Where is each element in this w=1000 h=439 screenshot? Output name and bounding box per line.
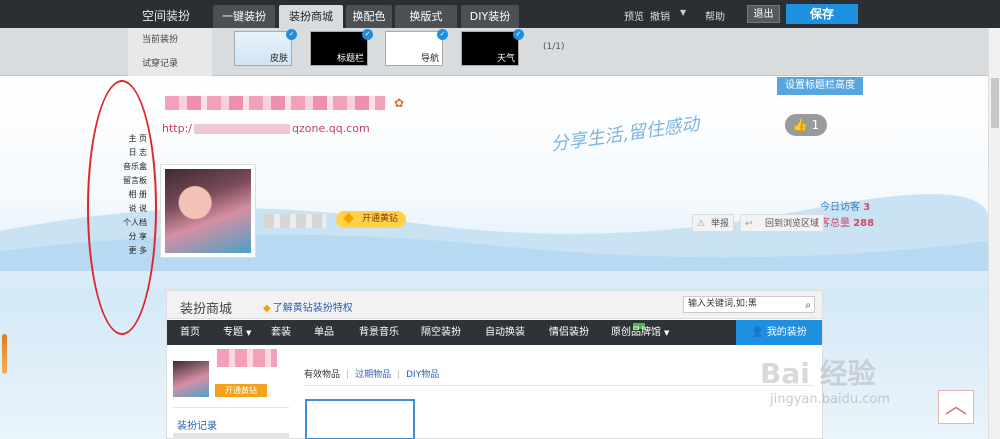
menu-items[interactable]: 单品 (314, 320, 334, 345)
decoration-panel: 当前装扮 试穿记录 皮肤 ✓ 标题栏 ✓ 导航 ✓ 天气 ✓ (1/1) (0, 28, 988, 76)
dressup-history-link[interactable]: 装扮记录 (177, 417, 217, 432)
divider (304, 385, 814, 386)
back-to-top-button[interactable]: ︿ (938, 390, 974, 424)
tab-expired-items[interactable]: 过期物品 (355, 370, 391, 380)
chevron-down-icon[interactable]: ▼ (680, 8, 686, 17)
baidu-watermark: Bai 经验 (760, 357, 876, 390)
nav-item-more[interactable]: 更 多 (113, 244, 147, 258)
thumb-skin[interactable]: 皮肤 ✓ (234, 29, 297, 66)
exit-button[interactable]: 退出 (747, 5, 780, 23)
app-title: 空间装扮 (142, 9, 191, 23)
item-card[interactable] (305, 399, 415, 439)
nav-item-home[interactable]: 主 页 (113, 132, 147, 146)
menu-auto-change[interactable]: 自动换装 (485, 320, 525, 345)
search-icon[interactable]: ⌕ (805, 298, 811, 313)
username-blurred (264, 214, 326, 228)
mall-menu: 首页 专题 ▼ 套装 单品 背景音乐 隔空装扮 自动换装 情侣装扮 原创品牌馆 ▼ … (167, 320, 822, 345)
avatar-image (165, 169, 251, 253)
tab-color[interactable]: 换配色 (346, 5, 392, 28)
like-button[interactable]: 👍 1 (785, 114, 827, 136)
flower-icon: ✿ (394, 96, 405, 110)
chevron-up-icon: ︿ (944, 394, 967, 419)
menu-music[interactable]: 背景音乐 (359, 320, 399, 345)
user-icon: 👤 (751, 327, 764, 338)
space-url[interactable]: http:/qzone.qq.com (162, 122, 370, 135)
report-icon: ⚠ (697, 219, 706, 229)
top-toolbar: 空间装扮 一键装扮 装扮商城 换配色 换版式 DIY装扮 预览 撤销 ▼ 帮助 … (0, 0, 1000, 28)
mall-username-blurred (217, 349, 277, 367)
nav-item-music[interactable]: 音乐盒 (113, 160, 147, 174)
nav-item-guestbook[interactable]: 留言板 (113, 174, 147, 188)
dressup-mall: 装扮商城 ◆ 了解黄钻装扮特权 输入关键词,如:黑 ⌕ 首页 专题 ▼ 套装 单品 … (166, 290, 823, 439)
space-title-blurred (165, 96, 385, 110)
avatar[interactable] (160, 164, 256, 258)
thumb-title-bar[interactable]: 标题栏 ✓ (310, 29, 373, 66)
menu-brand[interactable]: 原创品牌馆 ▼ (611, 320, 669, 345)
current-dressup-tab[interactable]: 当前装扮 (142, 32, 178, 45)
save-button[interactable]: 保存 (786, 4, 858, 24)
undo-link[interactable]: 撤销 (650, 8, 670, 23)
trial-record-tab[interactable]: 试穿记录 (142, 56, 178, 69)
menu-couple[interactable]: 情侣装扮 (549, 320, 589, 345)
nav-item-profile[interactable]: 个人档 (113, 216, 147, 230)
chevron-down-icon: ▼ (246, 329, 252, 337)
check-icon: ✓ (437, 29, 448, 40)
nav-item-shuoshuo[interactable]: 说 说 (113, 202, 147, 216)
thumb-up-icon: 👍 (792, 118, 808, 132)
check-icon: ✓ (362, 29, 373, 40)
scrollbar-thumb[interactable] (991, 78, 999, 128)
vip-privilege-link[interactable]: ◆ 了解黄钻装扮特权 (263, 299, 353, 314)
preview-link[interactable]: 预览 (624, 8, 644, 23)
tab-one-click[interactable]: 一键装扮 (213, 5, 275, 28)
left-column-footer (173, 433, 289, 439)
back-to-browse-button[interactable]: ↩ 回到浏览区域 (740, 214, 824, 232)
report-button[interactable]: ⚠ 举报 (692, 214, 734, 232)
mall-open-vip-button[interactable]: 开通黄钻 (215, 384, 267, 397)
check-icon: ✓ (286, 29, 297, 40)
open-vip-button[interactable]: ◆ 开通黄钻 (336, 210, 406, 228)
menu-topics[interactable]: 专题 ▼ (223, 320, 251, 345)
my-dressup-button[interactable]: 👤 我的装扮 (736, 320, 822, 345)
diamond-icon: ◆ (343, 210, 354, 226)
total-visitors: 客总量 288 (820, 218, 875, 229)
menu-remote[interactable]: 隔空装扮 (421, 320, 461, 345)
thermometer-icon (2, 334, 7, 374)
page-scrollbar[interactable] (988, 28, 1000, 439)
help-link[interactable]: 帮助 (705, 8, 725, 23)
check-icon: ✓ (513, 29, 524, 40)
mall-header: 装扮商城 ◆ 了解黄钻装扮特权 输入关键词,如:黑 ⌕ (167, 291, 822, 319)
nav-item-blog[interactable]: 日 志 (113, 146, 147, 160)
set-title-height-button[interactable]: 设置标题栏高度 (777, 77, 863, 95)
tab-mall[interactable]: 装扮商城 (279, 5, 343, 28)
nav-item-album[interactable]: 相 册 (113, 188, 147, 202)
tab-valid-items[interactable]: 有效物品 (304, 370, 340, 380)
divider (173, 407, 289, 408)
diamond-icon: ◆ (263, 303, 271, 314)
panel-pager: (1/1) (543, 42, 565, 52)
tab-diy-items[interactable]: DIY物品 (406, 370, 439, 380)
tab-diy[interactable]: DIY装扮 (461, 5, 519, 28)
today-visitors: 今日访客 3 (820, 202, 871, 213)
search-input[interactable]: 输入关键词,如:黑 ⌕ (683, 296, 815, 313)
mall-title: 装扮商城 (180, 302, 233, 317)
baidu-watermark-url: jingyan.baidu.com (770, 392, 890, 407)
thumb-weather[interactable]: 天气 ✓ (461, 29, 524, 66)
nav-item-share[interactable]: 分 享 (113, 230, 147, 244)
chevron-down-icon: ▼ (664, 329, 670, 337)
menu-home[interactable]: 首页 (180, 320, 200, 345)
back-icon: ↩ (745, 219, 753, 229)
thumb-navigation[interactable]: 导航 ✓ (385, 29, 448, 66)
item-tabs: 有效物品 | 过期物品 | DIY物品 (304, 370, 440, 380)
menu-suits[interactable]: 套装 (271, 320, 291, 345)
tab-layout[interactable]: 换版式 (395, 5, 457, 28)
url-blurred (194, 124, 290, 134)
mall-avatar[interactable] (173, 361, 209, 397)
side-navigation: 主 页 日 志 音乐盒 留言板 相 册 说 说 个人档 分 享 更 多 (113, 132, 147, 258)
